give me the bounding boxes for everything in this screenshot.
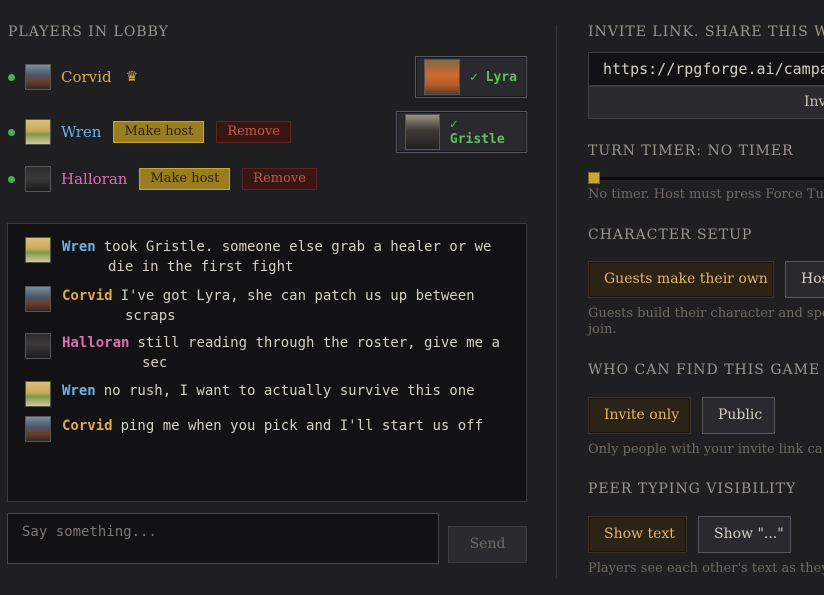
- send-button[interactable]: Send: [448, 526, 527, 563]
- avatar: [25, 416, 51, 442]
- chat-log[interactable]: Wren took Gristle. someone else grab a he…: [7, 223, 527, 502]
- message-text: no rush, I want to actually survive this…: [103, 383, 475, 399]
- avatar: [25, 286, 51, 312]
- players-title: PLAYERS IN LOBBY: [8, 24, 169, 40]
- avatar: [25, 119, 51, 145]
- player-row-wren: Wren Make host Remove: [8, 116, 291, 148]
- character-portrait: [405, 114, 440, 150]
- remove-button[interactable]: Remove: [242, 168, 317, 190]
- message-author: Corvid: [62, 288, 113, 304]
- player-row-halloran: Halloran Make host Remove: [8, 163, 317, 195]
- chat-message: Corvid ping me when you pick and I'll sta…: [25, 416, 515, 442]
- avatar: [25, 333, 51, 359]
- guests-make-own-option[interactable]: Guests make their own: [588, 261, 774, 298]
- column-divider: [556, 25, 557, 578]
- character-claim-gristle[interactable]: ✓ Gristle: [396, 111, 527, 153]
- avatar: [25, 64, 51, 90]
- make-host-button[interactable]: Make host: [139, 168, 231, 190]
- online-indicator: [8, 73, 15, 81]
- message-author: Wren: [62, 383, 96, 399]
- chat-message: Halloran still reading through the roster…: [25, 333, 505, 373]
- remove-button[interactable]: Remove: [216, 121, 291, 143]
- player-name: Wren: [61, 123, 102, 141]
- claim-label: ✓ Gristle: [449, 117, 505, 147]
- turn-timer-help: No timer. Host must press Force Tur: [588, 187, 824, 202]
- public-option[interactable]: Public: [702, 397, 775, 434]
- claim-label: ✓ Lyra: [470, 69, 517, 85]
- message-text: ping me when you pick and I'll start us …: [120, 418, 484, 434]
- visibility-title: WHO CAN FIND THIS GAME: [588, 362, 821, 378]
- message-author: Halloran: [62, 335, 130, 351]
- avatar: [25, 381, 51, 407]
- turn-timer-title: TURN TIMER: NO TIMER: [588, 143, 794, 159]
- player-name: Halloran: [61, 170, 128, 188]
- typing-title: PEER TYPING VISIBILITY: [588, 481, 797, 497]
- show-dots-option[interactable]: Show "...": [698, 516, 791, 553]
- message-text: I've got Lyra, she can patch us up betwe…: [120, 288, 475, 324]
- visibility-help: Only people with your invite link ca: [588, 442, 823, 457]
- character-claim-lyra[interactable]: ✓ Lyra: [415, 56, 527, 98]
- character-portrait: [424, 59, 460, 95]
- invite-title: INVITE LINK. SHARE THIS WITH: [588, 24, 824, 40]
- message-author: Corvid: [62, 418, 113, 434]
- invite-button[interactable]: Inv: [588, 86, 824, 119]
- crown-icon: ♛: [125, 69, 139, 85]
- character-setup-title: CHARACTER SETUP: [588, 227, 753, 243]
- invite-only-option[interactable]: Invite only: [588, 397, 691, 434]
- chat-message: Corvid I've got Lyra, she can patch us up…: [25, 286, 505, 326]
- show-text-option[interactable]: Show text: [588, 516, 687, 553]
- invite-link-field[interactable]: https://rpgforge.ai/campa: [588, 52, 824, 86]
- online-indicator: [8, 175, 15, 183]
- host-option[interactable]: Hos: [785, 261, 824, 298]
- typing-help: Players see each other's text as they: [588, 561, 824, 576]
- message-text: took Gristle. someone else grab a healer…: [103, 239, 492, 275]
- player-name: Corvid: [61, 68, 112, 86]
- avatar: [25, 237, 51, 263]
- chat-input[interactable]: Say something...: [7, 513, 439, 564]
- chat-message: Wren took Gristle. someone else grab a he…: [25, 237, 515, 277]
- slider-thumb[interactable]: [588, 172, 600, 184]
- character-setup-help-2: join.: [588, 322, 617, 337]
- message-text: still reading through the roster, give m…: [137, 335, 500, 371]
- player-row-corvid: Corvid ♛: [8, 61, 138, 93]
- make-host-button[interactable]: Make host: [113, 121, 205, 143]
- turn-timer-slider[interactable]: [588, 177, 824, 180]
- online-indicator: [8, 128, 15, 136]
- message-author: Wren: [62, 239, 96, 255]
- chat-message: Wren no rush, I want to actually survive …: [25, 381, 515, 407]
- character-setup-help: Guests build their character and spe: [588, 306, 824, 321]
- avatar: [25, 166, 51, 192]
